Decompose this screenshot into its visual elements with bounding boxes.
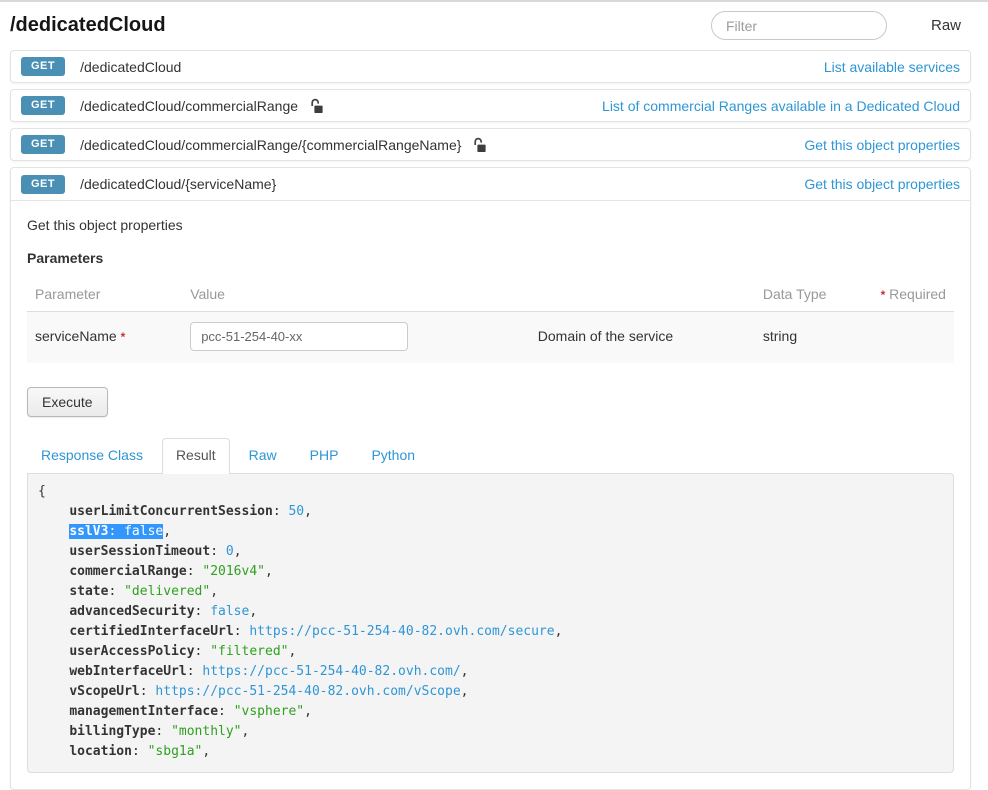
result-line: certifiedInterfaceUrl: https://pcc-51-25…: [38, 622, 943, 642]
route-description-link[interactable]: Get this object properties: [794, 137, 960, 153]
parameter-name-cell: serviceName *: [27, 312, 182, 364]
col-header-data-type: Data Type: [755, 278, 873, 312]
route-path: /dedicatedCloud/commercialRange: [80, 98, 298, 114]
execute-button[interactable]: Execute: [27, 387, 108, 417]
tab-php[interactable]: PHP: [296, 438, 353, 473]
get-method-badge: GET: [21, 57, 65, 76]
filter-input[interactable]: [711, 11, 887, 40]
route-path: /dedicatedCloud: [80, 59, 181, 75]
get-method-badge: GET: [21, 135, 65, 154]
route-row[interactable]: GET /dedicatedCloud/commercialRange/{com…: [10, 128, 971, 161]
tab-response-class[interactable]: Response Class: [27, 438, 157, 473]
json-value: "sbg1a": [148, 744, 203, 759]
json-key: state: [69, 584, 108, 599]
result-line: sslV3: false,: [38, 522, 943, 542]
parameter-value-cell: [182, 312, 530, 364]
parameter-required-cell: [873, 312, 954, 364]
json-key: sslV3: [69, 524, 108, 539]
col-header-value: Value: [182, 278, 530, 312]
required-star: *: [881, 288, 886, 302]
json-value: "vsphere": [234, 704, 304, 719]
json-value: false: [210, 604, 249, 619]
result-line: billingType: "monthly",: [38, 722, 943, 742]
route-path: /dedicatedCloud/{serviceName}: [80, 176, 276, 192]
json-value: 50: [288, 504, 304, 519]
page-title: /dedicatedCloud: [10, 14, 711, 37]
route-row[interactable]: GET /dedicatedCloud/commercialRange List…: [10, 89, 971, 122]
result-code-block[interactable]: { userLimitConcurrentSession: 50, sslV3:…: [27, 473, 954, 773]
result-line: userSessionTimeout: 0,: [38, 542, 943, 562]
col-header-required: * Required: [873, 278, 954, 312]
auth-lock-icon: [310, 98, 324, 114]
route-path: /dedicatedCloud/commercialRange/{commerc…: [80, 137, 461, 153]
route-row[interactable]: GET /dedicatedCloud List available servi…: [10, 50, 971, 83]
expanded-route-card: GET /dedicatedCloud/{serviceName} Get th…: [10, 167, 971, 790]
json-value: https://pcc-51-254-40-82.ovh.com/: [202, 664, 460, 679]
json-key: managementInterface: [69, 704, 218, 719]
page-header: /dedicatedCloud Raw: [10, 11, 971, 40]
json-key: commercialRange: [69, 564, 186, 579]
tab-raw[interactable]: Raw: [235, 438, 291, 473]
result-line: location: "sbg1a",: [38, 742, 943, 762]
json-value: "filtered": [210, 644, 288, 659]
json-key: billingType: [69, 724, 155, 739]
json-value: https://pcc-51-254-40-82.ovh.com/vScope: [155, 684, 460, 699]
col-header-description: [530, 278, 755, 312]
json-value: 0: [226, 544, 234, 559]
raw-link[interactable]: Raw: [931, 17, 961, 34]
json-key: advancedSecurity: [69, 604, 194, 619]
result-line: {: [38, 482, 943, 502]
result-tabs: Response Class Result Raw PHP Python: [27, 438, 954, 473]
result-line: advancedSecurity: false,: [38, 602, 943, 622]
parameters-table: Parameter Value Data Type * Required ser…: [27, 278, 954, 363]
parameter-data-type-cell: string: [755, 312, 873, 364]
result-line: vScopeUrl: https://pcc-51-254-40-82.ovh.…: [38, 682, 943, 702]
parameter-description-cell: Domain of the service: [530, 312, 755, 364]
route-list: GET /dedicatedCloud List available servi…: [10, 50, 971, 161]
json-value: false: [124, 524, 163, 539]
result-line: managementInterface: "vsphere",: [38, 702, 943, 722]
json-key: certifiedInterfaceUrl: [69, 624, 233, 639]
get-method-badge: GET: [21, 175, 65, 194]
operation-summary: Get this object properties: [27, 217, 954, 233]
json-key: userAccessPolicy: [69, 644, 194, 659]
col-header-parameter: Parameter: [27, 278, 182, 312]
tab-python[interactable]: Python: [357, 438, 429, 473]
operation-panel: Get this object properties Parameters Pa…: [11, 201, 970, 789]
route-row[interactable]: GET /dedicatedCloud/{serviceName} Get th…: [11, 168, 970, 201]
selected-text: sslV3: false: [69, 524, 163, 539]
route-description-link[interactable]: Get this object properties: [794, 176, 960, 192]
parameters-heading: Parameters: [27, 250, 954, 266]
json-value: https://pcc-51-254-40-82.ovh.com/secure: [249, 624, 554, 639]
json-key: location: [69, 744, 132, 759]
json-value: "2016v4": [202, 564, 265, 579]
required-star: *: [121, 330, 126, 344]
json-key: vScopeUrl: [69, 684, 139, 699]
result-line: state: "delivered",: [38, 582, 943, 602]
result-line: commercialRange: "2016v4",: [38, 562, 943, 582]
route-description-link[interactable]: List of commercial Ranges available in a…: [592, 98, 960, 114]
result-line: userAccessPolicy: "filtered",: [38, 642, 943, 662]
route-description-link[interactable]: List available services: [814, 59, 960, 75]
auth-lock-icon: [473, 137, 487, 153]
result-line: webInterfaceUrl: https://pcc-51-254-40-8…: [38, 662, 943, 682]
result-line: userLimitConcurrentSession: 50,: [38, 502, 943, 522]
json-value: "delivered": [124, 584, 210, 599]
json-key: userSessionTimeout: [69, 544, 210, 559]
json-value: "monthly": [171, 724, 241, 739]
json-key: webInterfaceUrl: [69, 664, 186, 679]
service-name-input[interactable]: [190, 322, 408, 351]
parameter-row: serviceName * Domain of the service stri…: [27, 312, 954, 364]
tab-result[interactable]: Result: [162, 438, 230, 474]
json-key: userLimitConcurrentSession: [69, 504, 273, 519]
get-method-badge: GET: [21, 96, 65, 115]
